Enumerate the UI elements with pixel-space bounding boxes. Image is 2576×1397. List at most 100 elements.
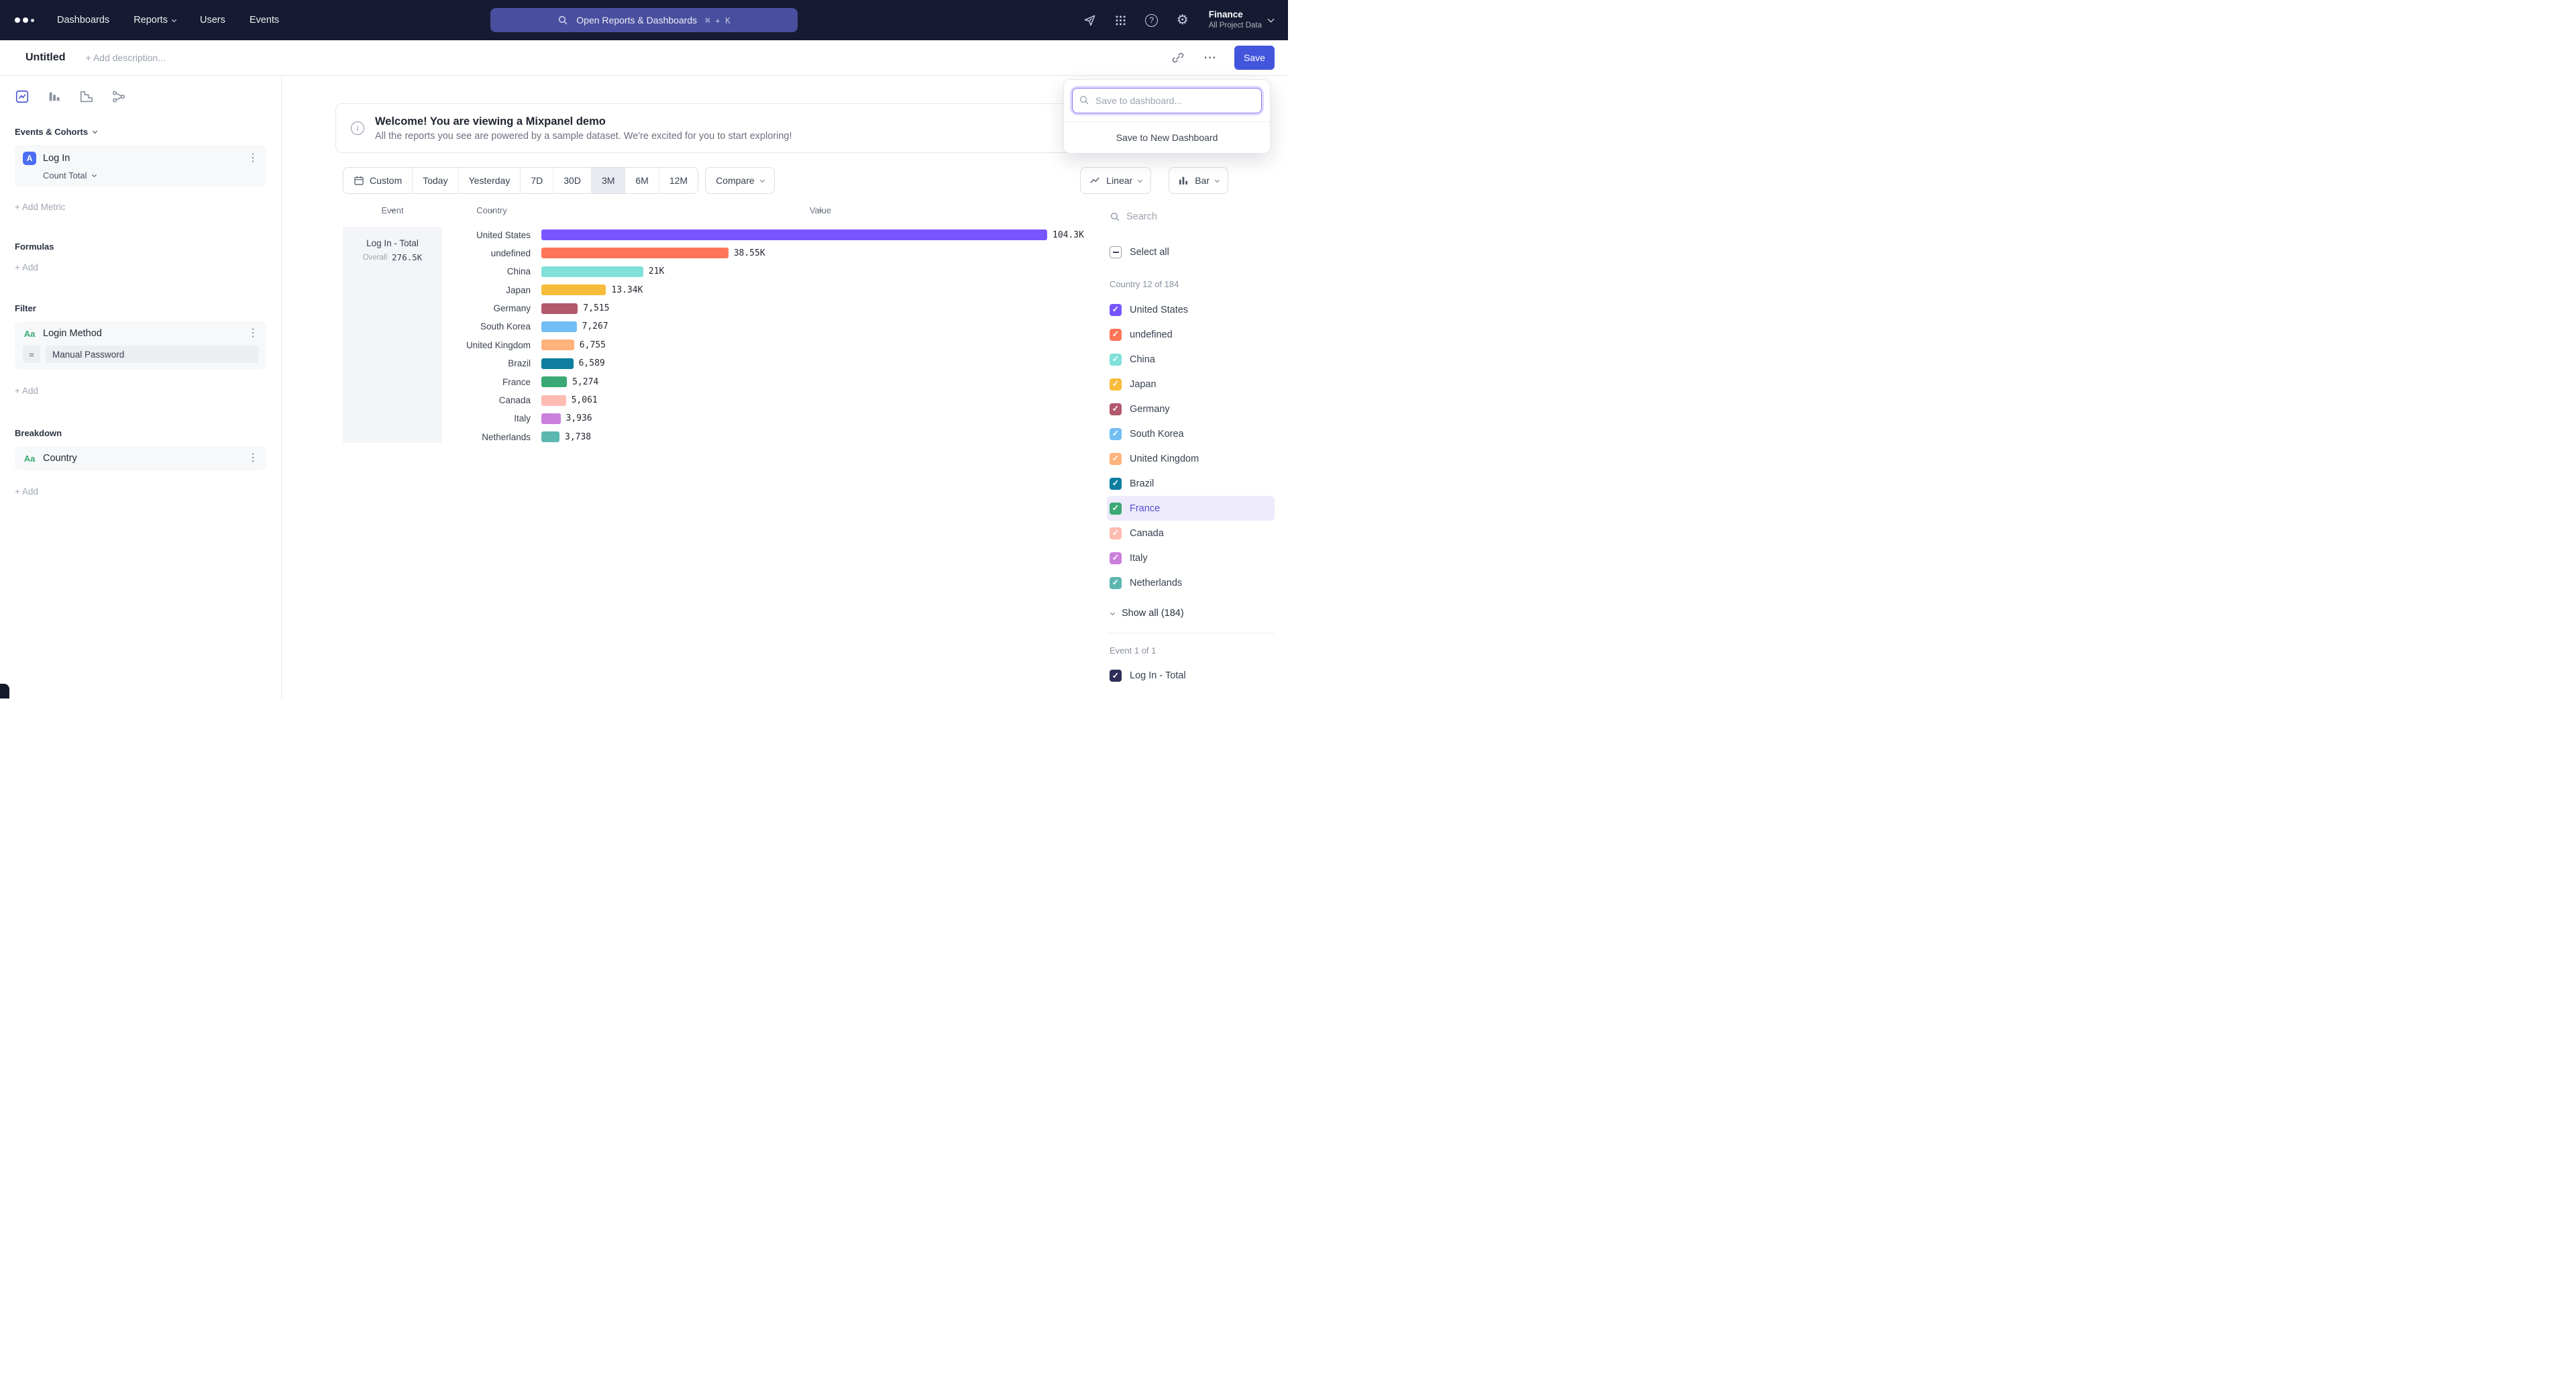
chevron-down-icon — [1215, 177, 1220, 182]
global-search-bar[interactable]: Open Reports & Dashboards ⌘ + K — [490, 8, 798, 32]
filter-value-input[interactable] — [46, 346, 258, 363]
save-button[interactable]: Save — [1234, 46, 1275, 70]
date-range-button[interactable]: 30D — [553, 168, 591, 193]
help-icon[interactable]: ? — [1144, 13, 1159, 28]
aggregation-selector[interactable]: Count Total — [43, 170, 258, 180]
top-nav-item[interactable]: Dashboards — [57, 15, 109, 25]
kebab-menu-icon[interactable]: ⋮ — [248, 453, 258, 464]
legend-country-checkbox[interactable]: ✓ — [1110, 428, 1122, 440]
date-range-button[interactable]: 6M — [625, 168, 658, 193]
legend-country-checkbox[interactable]: ✓ — [1110, 403, 1122, 415]
date-range-button[interactable]: 7D — [520, 168, 553, 193]
apps-grid-icon[interactable] — [1114, 13, 1128, 28]
chart-bar[interactable] — [541, 376, 567, 387]
chart-bar[interactable] — [541, 413, 561, 424]
settings-gear-icon[interactable]: ⚙ — [1175, 13, 1190, 28]
report-title[interactable]: Untitled — [25, 52, 66, 64]
add-breakdown-button[interactable]: + Add — [15, 486, 266, 497]
top-nav-item[interactable]: Reports — [133, 15, 176, 25]
select-all-checkbox[interactable] — [1110, 246, 1122, 258]
legend-search-input[interactable] — [1126, 211, 1227, 222]
chart-bar[interactable] — [541, 303, 578, 314]
chart-bar[interactable] — [541, 229, 1047, 240]
legend-country-checkbox[interactable]: ✓ — [1110, 304, 1122, 316]
legend-country-row[interactable]: ✓ France — [1107, 496, 1275, 521]
report-content: i Welcome! You are viewing a Mixpanel de… — [282, 76, 1288, 698]
legend-country-checkbox[interactable]: ✓ — [1110, 577, 1122, 589]
filter-card-login-method[interactable]: Aa Login Method ⋮ = — [15, 321, 266, 370]
add-formula-button[interactable]: + Add — [15, 262, 266, 272]
filter-property-name[interactable]: Login Method — [43, 328, 102, 339]
metric-card-log-in[interactable]: A Log In ⋮ Count Total — [15, 145, 266, 187]
top-nav-item[interactable]: Events — [250, 15, 279, 25]
chart-bar[interactable] — [541, 358, 574, 369]
date-range-button[interactable]: 12M — [659, 168, 698, 193]
date-range-button[interactable]: Yesterday — [458, 168, 521, 193]
legend-country-checkbox[interactable]: ✓ — [1110, 329, 1122, 341]
legend-country-row[interactable]: ✓ undefined — [1107, 322, 1275, 347]
chart-bar[interactable] — [541, 431, 559, 442]
share-icon[interactable] — [1083, 13, 1097, 28]
legend-country-checkbox[interactable]: ✓ — [1110, 478, 1122, 490]
legend-country-row[interactable]: ✓ United States — [1107, 297, 1275, 322]
mixpanel-logo[interactable] — [15, 17, 34, 23]
copy-link-icon[interactable] — [1170, 50, 1186, 66]
tab-retention-icon[interactable] — [79, 89, 94, 104]
top-nav-item[interactable]: Users — [200, 15, 225, 25]
legend-country-row[interactable]: ✓ Italy — [1107, 546, 1275, 570]
legend-country-checkbox[interactable]: ✓ — [1110, 552, 1122, 564]
legend-country-row[interactable]: ✓ Netherlands — [1107, 570, 1275, 595]
event-name[interactable]: Log In — [43, 153, 70, 164]
global-search-placeholder: Open Reports & Dashboards — [576, 15, 697, 25]
select-all-row[interactable]: Select all — [1107, 243, 1275, 262]
corner-widget[interactable] — [0, 684, 9, 698]
chart-row-bar-area: 38.55K — [541, 248, 1091, 258]
legend-country-checkbox[interactable]: ✓ — [1110, 527, 1122, 539]
compare-button[interactable]: Compare — [705, 167, 775, 194]
kebab-menu-icon[interactable]: ⋮ — [248, 153, 258, 164]
legend-event-checkbox[interactable]: ✓ — [1110, 670, 1122, 682]
legend-event-row[interactable]: ✓ Log In - Total — [1107, 664, 1275, 688]
chart-bar[interactable] — [541, 395, 566, 406]
show-all-button[interactable]: Show all (184) — [1107, 603, 1275, 623]
legend-country-row[interactable]: ✓ Canada — [1107, 521, 1275, 546]
chart-bar[interactable] — [541, 340, 574, 350]
date-range-button[interactable]: 3M — [591, 168, 625, 193]
chart-bar[interactable] — [541, 248, 729, 258]
add-metric-button[interactable]: + Add Metric — [15, 202, 266, 212]
legend-country-checkbox[interactable]: ✓ — [1110, 503, 1122, 515]
breakdown-card-country[interactable]: Aa Country ⋮ — [15, 446, 266, 470]
legend-search[interactable] — [1107, 207, 1275, 227]
legend-country-checkbox[interactable]: ✓ — [1110, 354, 1122, 366]
events-cohorts-section-header[interactable]: Events & Cohorts — [15, 127, 266, 137]
breakdown-property-name[interactable]: Country — [43, 453, 77, 464]
chart-bar[interactable] — [541, 321, 577, 332]
tab-insights-icon[interactable] — [15, 89, 30, 104]
legend-country-checkbox[interactable]: ✓ — [1110, 378, 1122, 391]
project-switcher[interactable]: Finance All Project Data — [1209, 9, 1273, 30]
save-to-dashboard-input[interactable] — [1072, 88, 1262, 113]
more-options-icon[interactable]: ⋯ — [1202, 50, 1218, 66]
filter-operator[interactable]: = — [23, 346, 40, 363]
tab-funnels-icon[interactable] — [47, 89, 62, 104]
scale-selector-button[interactable]: Linear — [1080, 167, 1151, 194]
chart-bar[interactable] — [541, 284, 606, 295]
chart-type-selector-button[interactable]: Bar — [1169, 167, 1228, 194]
chart-row: South Korea 7,267 — [442, 321, 1091, 332]
chart-bar[interactable] — [541, 266, 643, 277]
legend-country-row[interactable]: ✓ Germany — [1107, 397, 1275, 421]
legend-country-row[interactable]: ✓ China — [1107, 347, 1275, 372]
chart-row-bar-area: 3,738 — [541, 431, 1091, 442]
date-range-button[interactable]: Custom — [343, 168, 412, 193]
tab-flows-icon[interactable] — [111, 89, 126, 104]
legend-country-row[interactable]: ✓ Brazil — [1107, 471, 1275, 496]
legend-country-row[interactable]: ✓ South Korea — [1107, 421, 1275, 446]
legend-country-checkbox[interactable]: ✓ — [1110, 453, 1122, 465]
kebab-menu-icon[interactable]: ⋮ — [248, 328, 258, 339]
legend-country-row[interactable]: ✓ United Kingdom — [1107, 446, 1275, 471]
save-to-new-dashboard-item[interactable]: Save to New Dashboard — [1064, 122, 1270, 153]
add-filter-button[interactable]: + Add — [15, 386, 266, 396]
add-description[interactable]: + Add description... — [86, 52, 166, 63]
legend-country-row[interactable]: ✓ Japan — [1107, 372, 1275, 397]
date-range-button[interactable]: Today — [412, 168, 458, 193]
